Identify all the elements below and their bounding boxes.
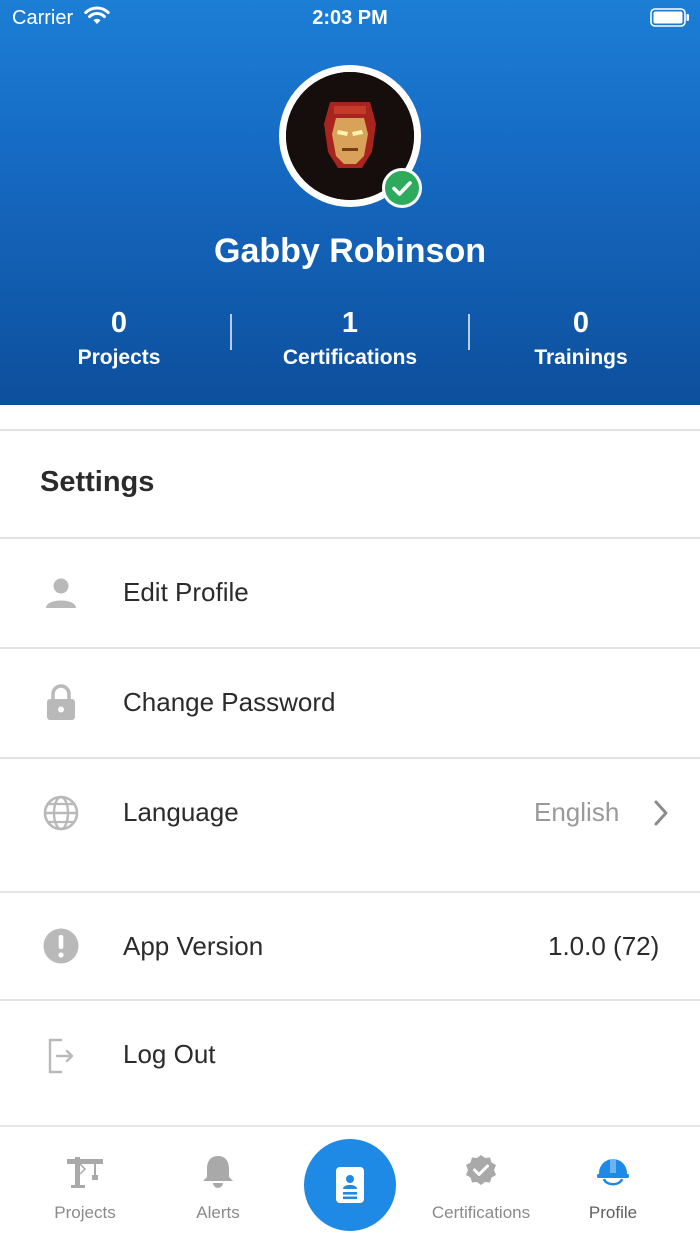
battery-icon: [650, 8, 689, 27]
profile-header: Carrier 2:03 PM Gabby Robinson 0 Project…: [0, 0, 700, 405]
stat-label: Certifications: [282, 346, 418, 369]
app-version-value: 1.0.0 (72): [548, 931, 660, 961]
stat-value: 0: [572, 307, 590, 339]
stat-trainings[interactable]: 0 Trainings: [471, 306, 691, 370]
certified-seal-icon: [466, 1155, 496, 1185]
settings-row-label: Log Out: [123, 1039, 216, 1069]
stat-divider: [230, 314, 232, 350]
tab-label: Profile: [588, 1203, 638, 1222]
bell-icon: [203, 1156, 233, 1188]
stat-value: 1: [341, 307, 359, 339]
info-icon: [43, 928, 79, 964]
chevron-right-icon: [654, 800, 668, 826]
stat-divider: [468, 314, 470, 350]
badge-card-icon: [336, 1167, 364, 1203]
stat-certifications[interactable]: 1 Certifications: [240, 306, 460, 370]
tab-certifications[interactable]: Certifications: [411, 1127, 551, 1244]
checkmark-icon: [392, 181, 412, 196]
hardhat-icon: [597, 1159, 629, 1186]
tab-label: Projects: [54, 1203, 116, 1222]
settings-row-change-password[interactable]: Change Password: [0, 649, 700, 757]
verified-badge: [382, 168, 422, 208]
settings-row-label: Language: [123, 797, 239, 827]
settings-row-edit-profile[interactable]: Edit Profile: [0, 539, 700, 647]
clock: 2:03 PM: [312, 7, 388, 29]
crane-icon: [67, 1157, 103, 1188]
stat-label: Projects: [77, 346, 161, 369]
lock-icon: [47, 684, 75, 720]
tab-label: Alerts: [196, 1203, 240, 1222]
tab-profile[interactable]: Profile: [543, 1127, 683, 1244]
divider: [0, 429, 700, 431]
settings-title: Settings: [40, 466, 155, 498]
tab-badge-card-button[interactable]: [304, 1139, 396, 1231]
stat-label: Trainings: [534, 346, 628, 369]
tab-label: Certifications: [431, 1203, 531, 1222]
globe-icon: [43, 795, 79, 831]
settings-row-language[interactable]: Language English: [0, 759, 700, 891]
logout-icon: [48, 1038, 74, 1074]
settings-row-label: App Version: [123, 931, 264, 961]
tab-alerts[interactable]: Alerts: [148, 1127, 288, 1244]
tab-projects[interactable]: Projects: [15, 1127, 155, 1244]
stat-projects[interactable]: 0 Projects: [9, 306, 229, 370]
settings-row-label: Edit Profile: [123, 577, 249, 607]
person-icon: [46, 578, 76, 608]
language-value: English: [534, 797, 620, 827]
settings-row-app-version: App Version 1.0.0 (72): [0, 893, 700, 1001]
stat-value: 0: [110, 307, 128, 339]
status-bar: Carrier 2:03 PM: [0, 0, 700, 36]
profile-name: Gabby Robinson: [214, 232, 486, 270]
settings-row-log-out[interactable]: Log Out: [0, 1001, 700, 1109]
settings-row-label: Change Password: [123, 687, 336, 717]
